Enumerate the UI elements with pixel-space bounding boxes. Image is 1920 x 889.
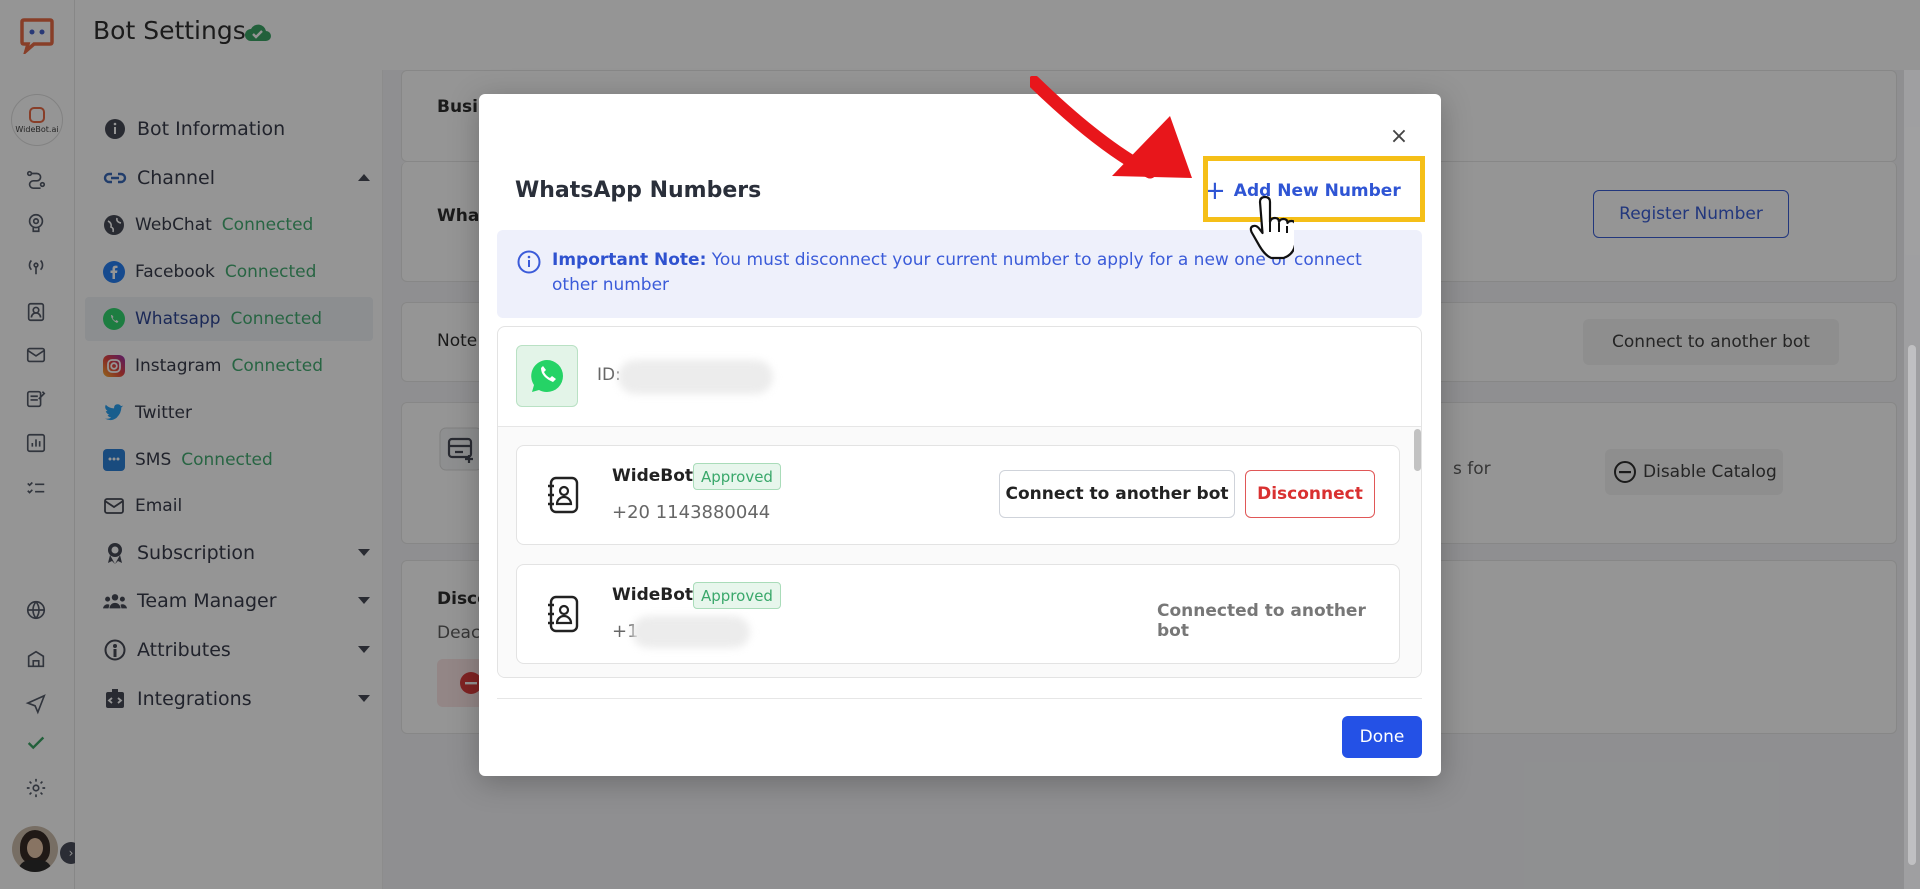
numbers-list[interactable]: WideBot Approved +20 1143880044 Connect …: [498, 427, 1421, 677]
connected-status-text: Connected to another bot: [1157, 601, 1366, 641]
approved-badge: Approved: [693, 463, 781, 490]
hand-cursor-icon: [1249, 196, 1294, 260]
number-name: WideBot: [612, 466, 694, 486]
page-scrollbar-thumb[interactable]: [1908, 345, 1916, 865]
phone-number: +20 1143880044: [612, 502, 771, 523]
annotation-arrow-icon: [1030, 76, 1192, 179]
contact-book-icon: [548, 595, 579, 633]
number-name: WideBot: [612, 585, 694, 605]
connect-to-another-bot-button[interactable]: Connect to another bot: [999, 470, 1235, 518]
modal-title: WhatsApp Numbers: [515, 178, 762, 203]
contact-book-icon: [548, 476, 579, 514]
done-button[interactable]: Done: [1342, 716, 1422, 758]
redacted-id: [618, 360, 773, 394]
redacted-phone: [632, 616, 750, 648]
number-row: WideBot Approved +20 1143880044 Connect …: [516, 445, 1400, 545]
important-note-title: Important Note:: [552, 250, 707, 270]
number-row: WideBot Approved +1 Connected to another…: [516, 564, 1400, 664]
approved-badge: Approved: [693, 582, 781, 609]
info-icon: [517, 250, 541, 274]
business-account-header: ID:: [498, 327, 1421, 427]
whatsapp-accounts-panel: ID: WideBot Approved +20 1143880044 Conn…: [497, 326, 1422, 678]
modal-divider: [497, 698, 1422, 699]
whatsapp-icon: [516, 345, 578, 407]
disconnect-button[interactable]: Disconnect: [1245, 470, 1375, 518]
close-icon[interactable]: ×: [1387, 124, 1411, 149]
highlight-box: [1203, 156, 1425, 222]
whatsapp-numbers-modal: × WhatsApp Numbers + Add New Number Impo…: [479, 94, 1441, 776]
list-scrollbar-thumb[interactable]: [1414, 429, 1421, 471]
